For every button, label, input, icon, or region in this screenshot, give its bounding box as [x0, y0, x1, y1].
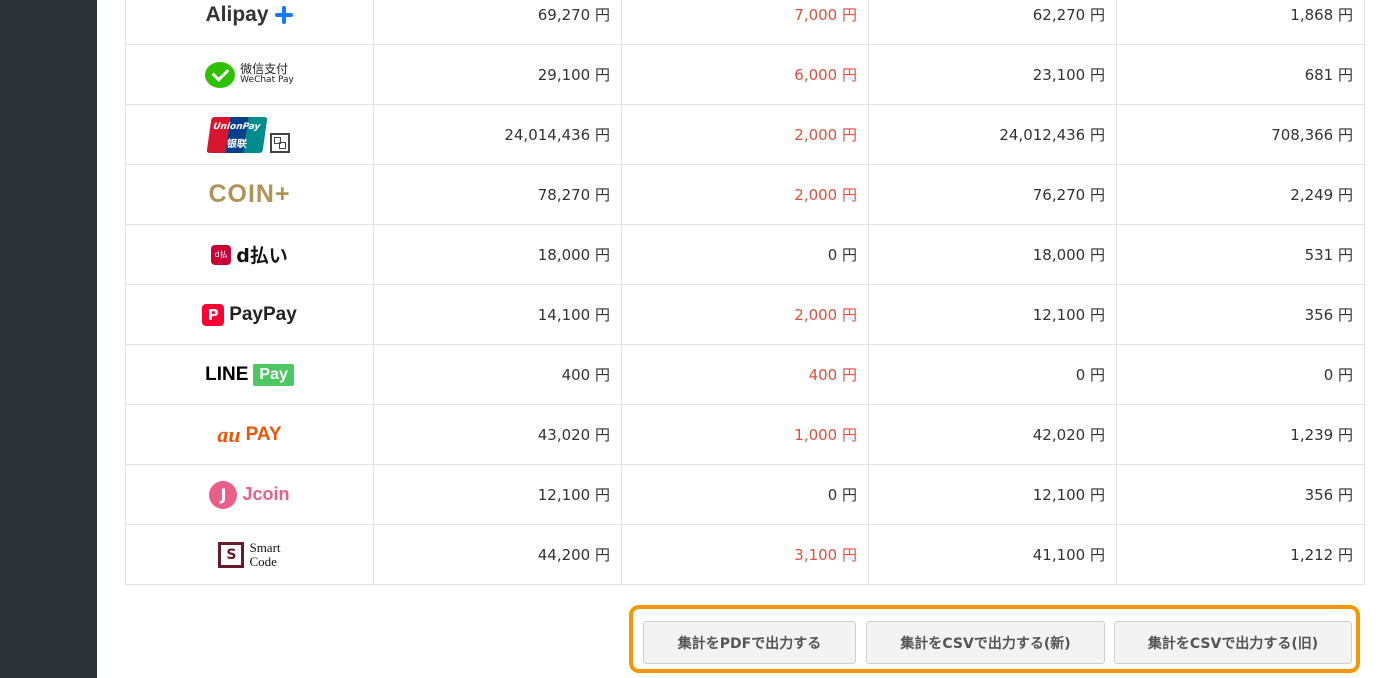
table-row: COIN+ 78,270 円 2,000 円 76,270 円 2,249 円: [125, 164, 1365, 225]
d-barai-icon: d払い: [211, 244, 232, 279]
left-sidebar: [0, 0, 97, 678]
refund-cell: 2,000 円: [621, 104, 869, 165]
fee-cell: 0 円: [1116, 344, 1365, 405]
wechat-en-label: WeChat Pay: [240, 75, 294, 86]
total-cell: 69,270 円: [373, 0, 622, 45]
smart-code-icon: S: [218, 541, 245, 568]
refund-cell: 3,100 円: [621, 524, 869, 585]
coin-plus-wordmark: COIN+: [208, 180, 291, 208]
refund-cell: 400 円: [621, 344, 869, 405]
wechat-pay-logo: 微信支付 WeChat Pay: [205, 61, 294, 88]
fee-cell: 531 円: [1116, 224, 1365, 285]
fee-cell: 2,249 円: [1116, 164, 1365, 225]
brand-cell: P PayPay: [125, 284, 374, 345]
main-content: Alipay 69,270 円 7,000 円 62,270 円 1,868 円…: [97, 0, 1391, 678]
total-cell: 14,100 円: [373, 284, 622, 345]
unionpay-logo: UnionPay 银联: [206, 116, 290, 153]
total-cell: 12,100 円: [373, 464, 622, 525]
fee-cell: 1,868 円: [1116, 0, 1365, 45]
net-cell: 24,012,436 円: [868, 104, 1117, 165]
qr-code-icon: [270, 132, 290, 153]
alipay-logo: Alipay: [205, 3, 293, 27]
smart-code-logo: S Smart Code: [218, 539, 281, 569]
au-pay-logo: au PAY: [217, 422, 281, 448]
payment-summary-table: Alipay 69,270 円 7,000 円 62,270 円 1,868 円…: [125, 0, 1365, 585]
table-row: S Smart Code 44,200 円 3,100 円 41,100 円 1…: [125, 524, 1365, 585]
unionpay-icon: UnionPay 银联: [206, 116, 268, 153]
brand-cell: LINE Pay: [125, 344, 374, 405]
paypay-wordmark: PayPay: [229, 303, 297, 325]
total-cell: 44,200 円: [373, 524, 622, 585]
paypay-logo: P PayPay: [202, 303, 297, 326]
export-pdf-button[interactable]: 集計をPDFで出力する: [643, 621, 856, 664]
net-cell: 12,100 円: [868, 284, 1117, 345]
table-row: J Jcoin 12,100 円 0 円 12,100 円 356 円: [125, 464, 1365, 525]
brand-cell: Alipay: [125, 0, 374, 45]
net-cell: 23,100 円: [868, 44, 1117, 105]
net-cell: 62,270 円: [868, 0, 1117, 45]
fee-cell: 681 円: [1116, 44, 1365, 105]
total-cell: 18,000 円: [373, 224, 622, 285]
au-wordmark: au: [217, 421, 241, 447]
fee-cell: 708,366 円: [1116, 104, 1365, 165]
net-cell: 0 円: [868, 344, 1117, 405]
fee-cell: 1,239 円: [1116, 404, 1365, 465]
table-row: Alipay 69,270 円 7,000 円 62,270 円 1,868 円: [125, 0, 1365, 45]
wechat-icon: [205, 61, 236, 88]
export-button-group: 集計をPDFで出力する 集計をCSVで出力する(新) 集計をCSVで出力する(旧…: [629, 605, 1360, 673]
refund-cell: 0 円: [621, 224, 869, 285]
total-cell: 24,014,436 円: [373, 104, 622, 165]
total-cell: 43,020 円: [373, 404, 622, 465]
jcoin-icon: J: [209, 480, 238, 509]
smart-code-line2: Code: [249, 553, 277, 569]
refund-cell: 1,000 円: [621, 404, 869, 465]
net-cell: 76,270 円: [868, 164, 1117, 225]
line-pay-badge: Pay: [253, 363, 294, 386]
brand-cell: COIN+: [125, 164, 374, 225]
line-wordmark: LINE: [205, 363, 249, 385]
coin-plus-logo: COIN+: [208, 180, 290, 209]
total-cell: 400 円: [373, 344, 622, 405]
paypay-icon: P: [202, 303, 225, 326]
refund-cell: 0 円: [621, 464, 869, 525]
net-cell: 42,020 円: [868, 404, 1117, 465]
export-csv-new-button[interactable]: 集計をCSVで出力する(新): [866, 621, 1105, 664]
table-row: 微信支付 WeChat Pay 29,100 円 6,000 円 23,100 …: [125, 44, 1365, 105]
fee-cell: 1,212 円: [1116, 524, 1365, 585]
refund-cell: 2,000 円: [621, 164, 869, 225]
smart-code-line1: Smart: [249, 539, 281, 555]
brand-cell: UnionPay 银联: [125, 104, 374, 165]
plus-icon: [274, 5, 294, 25]
refund-cell: 2,000 円: [621, 284, 869, 345]
export-csv-old-button[interactable]: 集計をCSVで出力する(旧): [1114, 621, 1352, 664]
brand-cell: J Jcoin: [125, 464, 374, 525]
total-cell: 29,100 円: [373, 44, 622, 105]
au-pay-wordmark: PAY: [245, 423, 282, 445]
fee-cell: 356 円: [1116, 464, 1365, 525]
jcoin-logo: J Jcoin: [209, 480, 290, 509]
table-row: LINE Pay 400 円 400 円 0 円 0 円: [125, 344, 1365, 405]
brand-cell: d払い d払い: [125, 224, 374, 285]
brand-cell: 微信支付 WeChat Pay: [125, 44, 374, 105]
brand-cell: au PAY: [125, 404, 374, 465]
table-row: UnionPay 银联 24,014,436 円 2,000 円 24,012,…: [125, 104, 1365, 165]
d-barai-logo: d払い d払い: [211, 241, 288, 279]
fee-cell: 356 円: [1116, 284, 1365, 345]
jcoin-wordmark: Jcoin: [242, 484, 290, 504]
total-cell: 78,270 円: [373, 164, 622, 225]
net-cell: 18,000 円: [868, 224, 1117, 285]
d-barai-wordmark: d払い: [236, 245, 288, 267]
table-row: P PayPay 14,100 円 2,000 円 12,100 円 356 円: [125, 284, 1365, 345]
unionpay-cn-label: 银联: [225, 138, 248, 150]
refund-cell: 6,000 円: [621, 44, 869, 105]
refund-cell: 7,000 円: [621, 0, 869, 45]
table-row: au PAY 43,020 円 1,000 円 42,020 円 1,239 円: [125, 404, 1365, 465]
brand-cell: S Smart Code: [125, 524, 374, 585]
table-row: d払い d払い 18,000 円 0 円 18,000 円 531 円: [125, 224, 1365, 285]
net-cell: 41,100 円: [868, 524, 1117, 585]
line-pay-logo: LINE Pay: [205, 363, 294, 386]
net-cell: 12,100 円: [868, 464, 1117, 525]
unionpay-wordmark: UnionPay: [212, 121, 261, 132]
alipay-wordmark: Alipay: [205, 2, 269, 26]
